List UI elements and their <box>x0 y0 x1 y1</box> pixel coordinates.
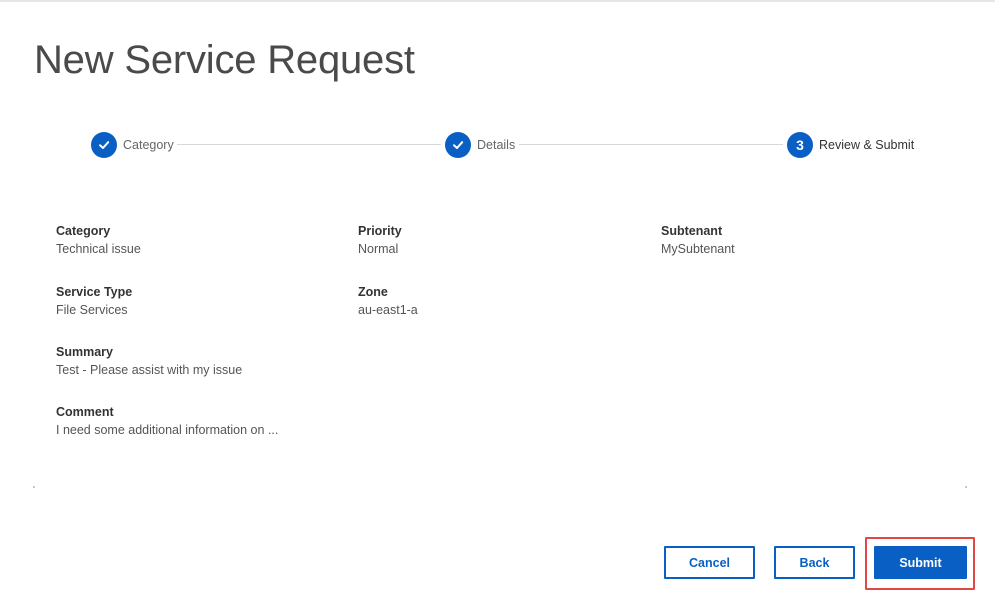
step-category[interactable]: Category <box>91 132 174 158</box>
panel-corner <box>33 486 35 488</box>
field-comment: Comment I need some additional informati… <box>56 405 278 437</box>
field-value: Technical issue <box>56 242 141 256</box>
step-label: Category <box>123 138 174 152</box>
field-label: Summary <box>56 345 113 359</box>
field-value: MySubtenant <box>661 242 735 256</box>
field-label: Category <box>56 224 111 238</box>
field-label: Subtenant <box>661 224 723 238</box>
field-service-type: Service Type File Services <box>56 285 132 317</box>
progress-stepper: Category Details 3 Review & Submit <box>0 130 995 160</box>
step-connector <box>519 144 783 145</box>
field-summary: Summary Test - Please assist with my iss… <box>56 345 242 377</box>
back-button[interactable]: Back <box>774 546 855 579</box>
page-title: New Service Request <box>34 38 415 82</box>
field-value: File Services <box>56 303 128 317</box>
field-subtenant: Subtenant MySubtenant <box>661 224 735 256</box>
field-zone: Zone au-east1-a <box>358 285 418 317</box>
field-value: Test - Please assist with my issue <box>56 363 243 377</box>
check-icon <box>91 132 117 158</box>
field-priority: Priority Normal <box>358 224 402 256</box>
panel-corner <box>965 486 967 488</box>
field-label: Comment <box>56 405 114 419</box>
field-value: Normal <box>358 242 399 256</box>
field-label: Zone <box>358 285 388 299</box>
step-review-submit: 3 Review & Submit <box>787 132 914 158</box>
check-icon <box>445 132 471 158</box>
step-label: Review & Submit <box>819 138 915 152</box>
top-divider <box>0 0 995 2</box>
step-details[interactable]: Details <box>445 132 515 158</box>
submit-button[interactable]: Submit <box>874 546 967 579</box>
step-connector <box>177 144 441 145</box>
field-category: Category Technical issue <box>56 224 141 256</box>
field-value: I need some additional information on ..… <box>56 423 279 437</box>
cancel-button[interactable]: Cancel <box>664 546 755 579</box>
field-value: au-east1-a <box>358 303 418 317</box>
field-label: Service Type <box>56 285 133 299</box>
step-label: Details <box>477 138 516 152</box>
step-number: 3 <box>787 132 813 158</box>
field-label: Priority <box>358 224 402 238</box>
